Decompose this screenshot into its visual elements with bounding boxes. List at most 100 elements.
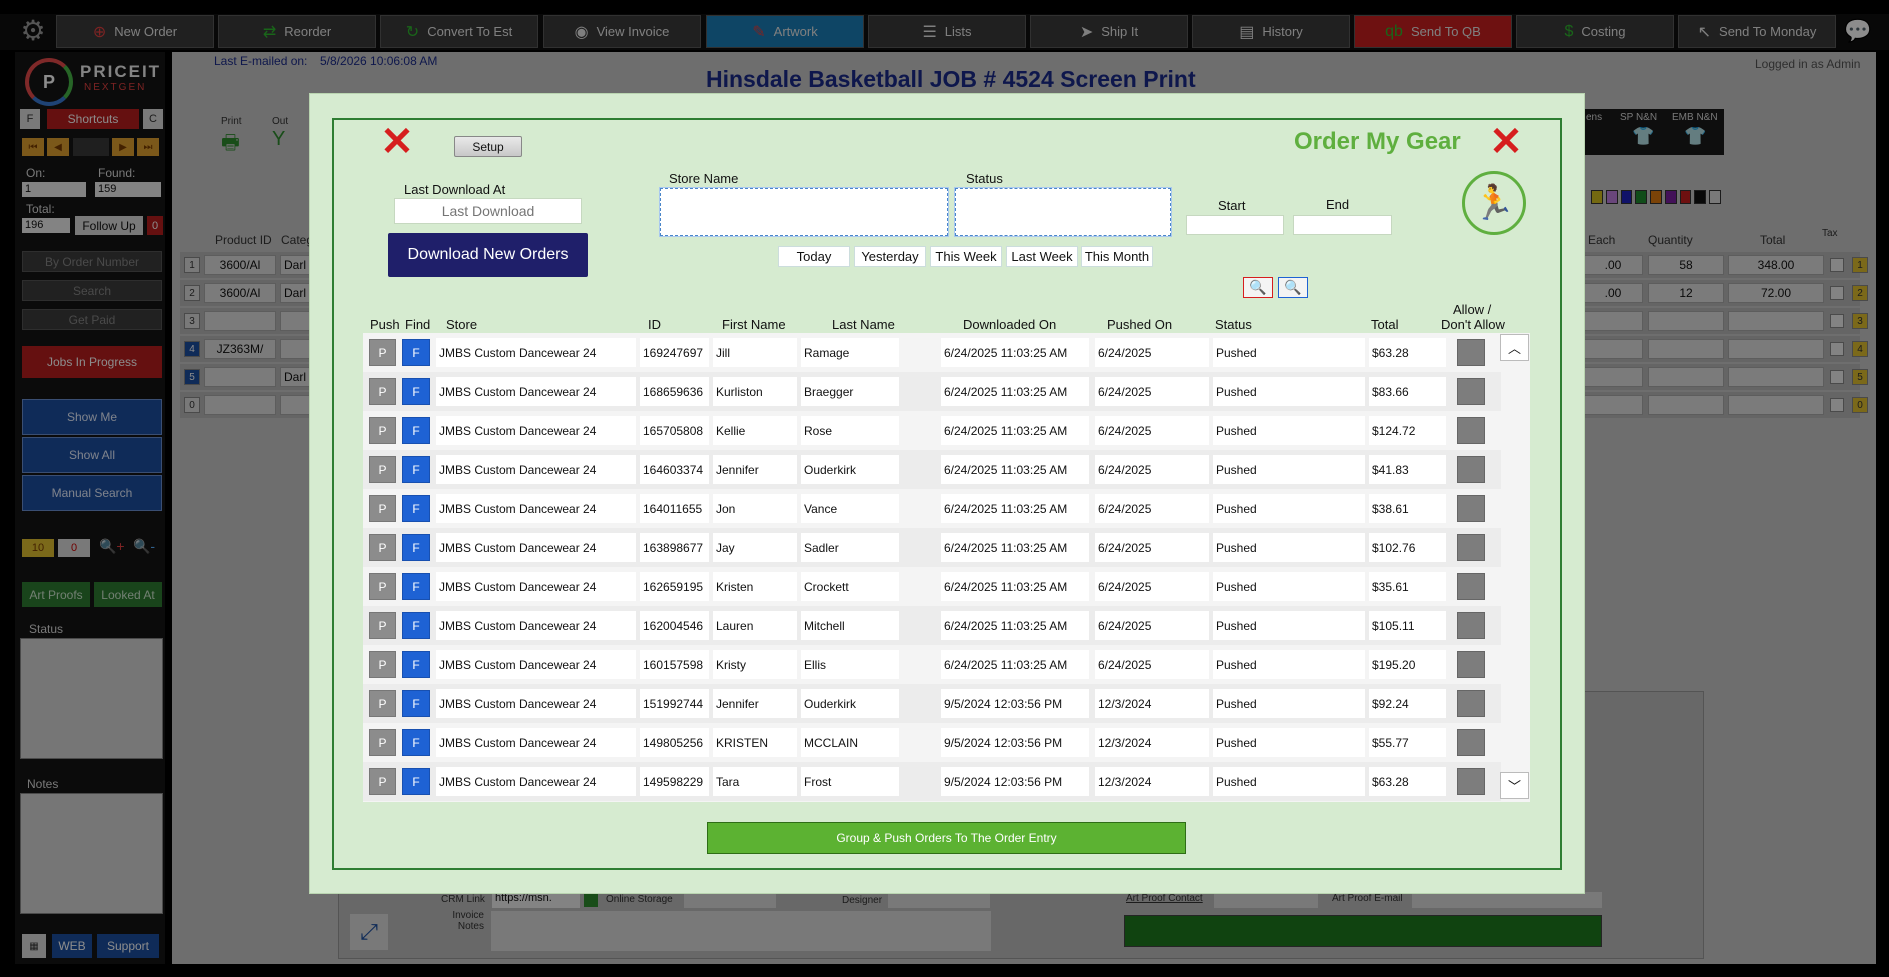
store-cell: JMBS Custom Dancewear 24	[436, 572, 636, 601]
range-this-month-button[interactable]: This Month	[1081, 246, 1153, 267]
start-date-input[interactable]	[1186, 215, 1284, 235]
total-cell: $195.20	[1369, 650, 1446, 679]
first-name-cell: Jon	[713, 494, 797, 523]
pushed-on-cell: 6/24/2025	[1095, 611, 1209, 640]
push-button[interactable]: P	[369, 417, 396, 444]
find-button[interactable]: F	[402, 612, 430, 639]
allow-toggle[interactable]	[1457, 339, 1485, 366]
find-button[interactable]: F	[402, 690, 430, 717]
find-button[interactable]: F	[402, 573, 430, 600]
find-button[interactable]: F	[402, 339, 430, 366]
first-name-cell: Jennifer	[713, 689, 797, 718]
last-download-input[interactable]	[394, 198, 582, 224]
range-today-button[interactable]: Today	[778, 246, 850, 267]
push-button[interactable]: P	[369, 534, 396, 561]
range-this-week-button[interactable]: This Week	[930, 246, 1002, 267]
total-cell: $83.66	[1369, 377, 1446, 406]
push-button[interactable]: P	[369, 690, 396, 717]
downloaded-on-cell: 6/24/2025 11:03:25 AM	[941, 533, 1089, 562]
find-button[interactable]: F	[402, 378, 430, 405]
total-cell: $41.83	[1369, 455, 1446, 484]
last-name-cell: Ouderkirk	[801, 689, 899, 718]
pushed-on-cell: 6/24/2025	[1095, 494, 1209, 523]
run-icon: 🏃	[1462, 171, 1526, 235]
find-button[interactable]: F	[402, 651, 430, 678]
table-row: P F JMBS Custom Dancewear 24 164011655 Jon Va…	[363, 489, 1501, 528]
allow-toggle[interactable]	[1457, 729, 1485, 756]
first-name-cell: Jay	[713, 533, 797, 562]
allow-toggle[interactable]	[1457, 573, 1485, 600]
total-cell: $102.76	[1369, 533, 1446, 562]
downloaded-on-cell: 6/24/2025 11:03:25 AM	[941, 377, 1089, 406]
downloaded-on-cell: 6/24/2025 11:03:25 AM	[941, 455, 1089, 484]
table-row: P F JMBS Custom Dancewear 24 164603374 Jenni…	[363, 450, 1501, 489]
close-icon[interactable]: ✕	[379, 122, 415, 162]
total-cell: $63.28	[1369, 767, 1446, 796]
last-name-cell: Braegger	[801, 377, 899, 406]
first-name-cell: KRISTEN	[713, 728, 797, 757]
find-button[interactable]: F	[402, 417, 430, 444]
allow-toggle[interactable]	[1457, 417, 1485, 444]
find-button[interactable]: F	[402, 768, 430, 795]
push-button[interactable]: P	[369, 651, 396, 678]
last-name-cell: Ramage	[801, 338, 899, 367]
table-row: P F JMBS Custom Dancewear 24 162004546 Laure…	[363, 606, 1501, 645]
end-date-input[interactable]	[1293, 215, 1392, 235]
allow-toggle[interactable]	[1457, 651, 1485, 678]
col-downloaded-header: Downloaded On	[963, 317, 1057, 332]
store-name-input[interactable]	[660, 188, 948, 236]
col-id-header: ID	[648, 317, 661, 332]
push-button[interactable]: P	[369, 768, 396, 795]
first-name-cell: Jill	[713, 338, 797, 367]
order-id-cell: 151992744	[640, 689, 709, 718]
find-button[interactable]: F	[402, 456, 430, 483]
push-button[interactable]: P	[369, 456, 396, 483]
allow-toggle[interactable]	[1457, 612, 1485, 639]
allow-toggle[interactable]	[1457, 768, 1485, 795]
total-cell: $105.11	[1369, 611, 1446, 640]
col-store-header: Store	[446, 317, 478, 332]
find-button[interactable]: F	[402, 495, 430, 522]
allow-toggle[interactable]	[1457, 495, 1485, 522]
store-cell: JMBS Custom Dancewear 24	[436, 611, 636, 640]
range-last-week-button[interactable]: Last Week	[1006, 246, 1078, 267]
push-button[interactable]: P	[369, 378, 396, 405]
allow-toggle[interactable]	[1457, 534, 1485, 561]
close-icon[interactable]: ✕	[1488, 122, 1524, 162]
push-button[interactable]: P	[369, 495, 396, 522]
push-button[interactable]: P	[369, 729, 396, 756]
search-icon[interactable]: 🔍	[1243, 277, 1273, 298]
allow-toggle[interactable]	[1457, 456, 1485, 483]
order-id-cell: 163898677	[640, 533, 709, 562]
status-cell: Pushed	[1213, 533, 1365, 562]
group-push-orders-button[interactable]: Group & Push Orders To The Order Entry	[707, 822, 1186, 854]
allow-toggle[interactable]	[1457, 378, 1485, 405]
download-new-orders-button[interactable]: Download New Orders	[388, 233, 588, 277]
chevron-up-icon[interactable]: ︿	[1500, 334, 1529, 361]
order-id-cell: 162659195	[640, 572, 709, 601]
order-id-cell: 149805256	[640, 728, 709, 757]
col-push-header: Push	[370, 317, 400, 332]
range-yesterday-button[interactable]: Yesterday	[854, 246, 926, 267]
table-row: P F JMBS Custom Dancewear 24 168659636 Kurli…	[363, 372, 1501, 411]
pushed-on-cell: 12/3/2024	[1095, 728, 1209, 757]
first-name-cell: Jennifer	[713, 455, 797, 484]
search-icon[interactable]: 🔍	[1278, 277, 1308, 298]
status-cell: Pushed	[1213, 377, 1365, 406]
push-button[interactable]: P	[369, 339, 396, 366]
push-button[interactable]: P	[369, 573, 396, 600]
pushed-on-cell: 6/24/2025	[1095, 650, 1209, 679]
status-filter-input[interactable]	[955, 188, 1171, 236]
downloaded-on-cell: 9/5/2024 12:03:56 PM	[941, 767, 1089, 796]
first-name-cell: Lauren	[713, 611, 797, 640]
push-button[interactable]: P	[369, 612, 396, 639]
setup-button[interactable]: Setup	[454, 136, 522, 157]
status-cell: Pushed	[1213, 494, 1365, 523]
first-name-cell: Kurliston	[713, 377, 797, 406]
modal-title: Order My Gear	[1294, 128, 1461, 155]
store-name-label: Store Name	[669, 171, 739, 186]
allow-toggle[interactable]	[1457, 690, 1485, 717]
find-button[interactable]: F	[402, 534, 430, 561]
chevron-down-icon[interactable]: ﹀	[1500, 772, 1529, 799]
find-button[interactable]: F	[402, 729, 430, 756]
